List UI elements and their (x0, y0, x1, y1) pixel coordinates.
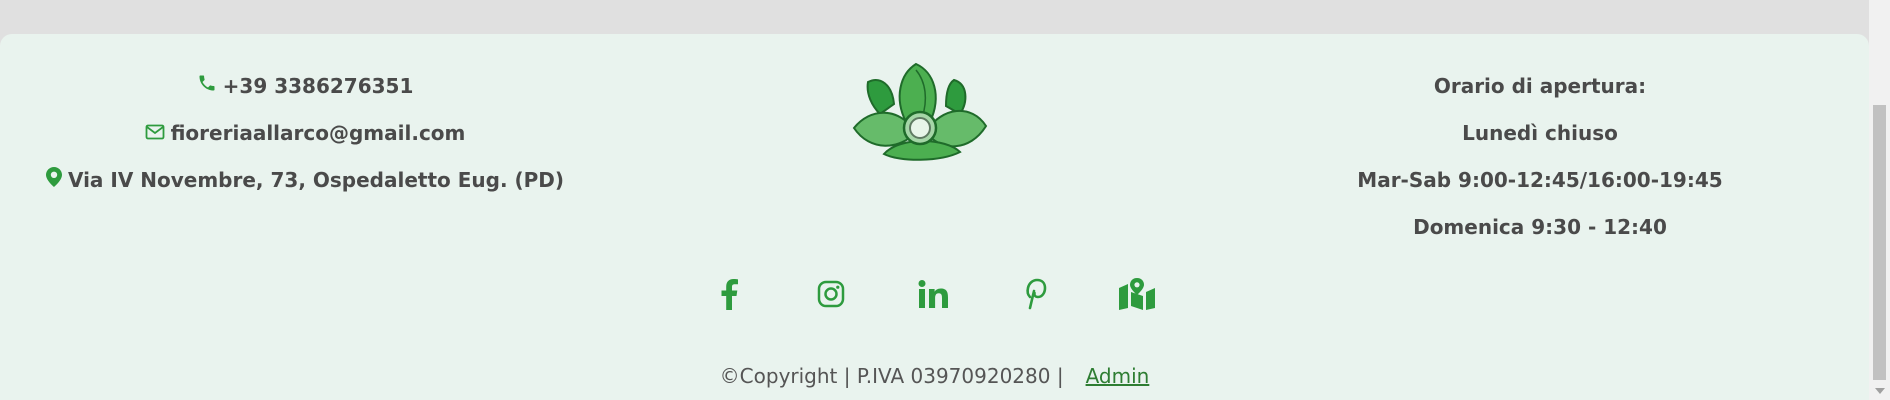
page: +39 3386276351 fioreriaallarco@gmail.com… (0, 0, 1890, 400)
pinterest-icon[interactable] (1013, 272, 1057, 316)
map-marker-icon (45, 167, 62, 192)
social-links (0, 272, 1869, 322)
scrollbar-thumb[interactable] (1873, 105, 1886, 380)
scroll-down-arrow-icon[interactable] (1875, 388, 1885, 394)
admin-link[interactable]: Admin (1086, 364, 1150, 388)
email-line[interactable]: fioreriaallarco@gmail.com (0, 121, 610, 145)
copyright-text: ©Copyright | P.IVA 03970920280 | (719, 364, 1064, 388)
phone-icon (197, 73, 217, 98)
linkedin-icon[interactable] (911, 272, 955, 316)
phone-text: +39 3386276351 (222, 74, 414, 98)
address-line[interactable]: Via IV Novembre, 73, Ospedaletto Eug. (P… (0, 167, 610, 192)
hours-weekdays: Mar-Sab 9:00-12:45/16:00-19:45 (1357, 168, 1723, 192)
phone-line[interactable]: +39 3386276351 (0, 74, 610, 98)
instagram-icon[interactable] (809, 272, 853, 316)
email-text: fioreriaallarco@gmail.com (170, 121, 466, 145)
logo[interactable] (850, 62, 990, 172)
copyright-bar: ©Copyright | P.IVA 03970920280 | Admin (0, 364, 1869, 388)
facebook-icon[interactable] (707, 272, 751, 316)
hours-monday: Lunedì chiuso (1462, 121, 1618, 145)
envelope-icon (145, 121, 165, 145)
site-footer: +39 3386276351 fioreriaallarco@gmail.com… (0, 34, 1869, 400)
map-icon[interactable] (1115, 272, 1159, 316)
hours-sunday: Domenica 9:30 - 12:40 (1413, 215, 1667, 239)
vertical-scrollbar[interactable] (1869, 0, 1890, 400)
hours-title: Orario di apertura: (1433, 74, 1647, 98)
address-text: Via IV Novembre, 73, Ospedaletto Eug. (P… (67, 168, 565, 192)
